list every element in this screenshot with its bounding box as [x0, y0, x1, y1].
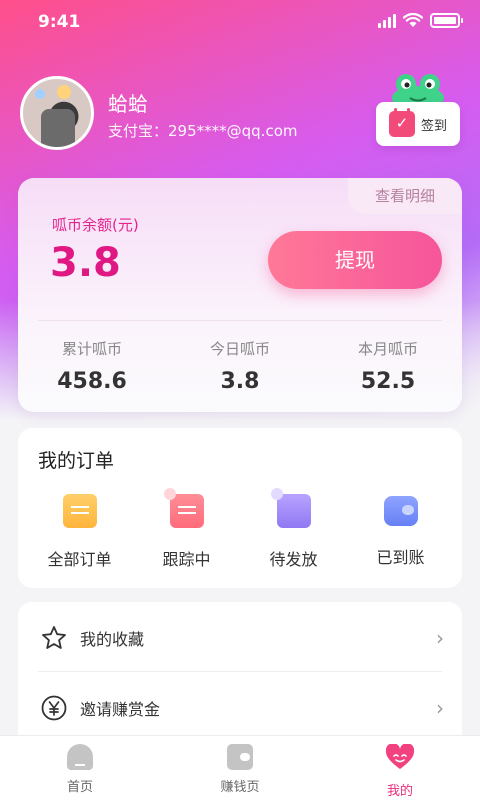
stat-month: 本月呱币 52.5 [314, 338, 462, 394]
tracking-icon [163, 488, 204, 528]
menu-card: 我的收藏 › 邀请赚赏金 › [18, 602, 462, 752]
order-label: 全部订单 [47, 550, 112, 569]
stat-label: 本月呱币 [357, 340, 418, 358]
stat-label: 累计呱币 [61, 340, 122, 358]
wallet-card: 查看明细 呱币余额(元) 3.8 提现 累计呱币 458.6 今日呱币 3.8 … [18, 178, 462, 412]
battery-icon [430, 13, 463, 28]
orders-card: 我的订单 全部订单 跟踪中 待发放 已到账 [18, 428, 462, 588]
balance-label: 呱币余额(元) [52, 216, 139, 234]
order-all[interactable]: 全部订单 [30, 494, 130, 570]
avatar[interactable] [20, 76, 94, 150]
tab-mine[interactable]: 我的 [320, 736, 480, 800]
chevron-right-icon: › [436, 696, 444, 720]
menu-item-invite[interactable]: 邀请赚赏金 › [18, 674, 462, 742]
tab-label: 首页 [66, 780, 93, 795]
wallet-received-icon [383, 496, 418, 526]
tab-label: 我的 [386, 784, 413, 799]
stat-value: 458.6 [57, 369, 127, 394]
chevron-right-icon: › [436, 626, 444, 650]
profile-name: 蛤蛤 [108, 92, 148, 116]
stat-value: 52.5 [360, 369, 416, 394]
stat-total: 累计呱币 458.6 [18, 338, 166, 394]
calendar-check-icon [388, 108, 415, 137]
stat-value: 3.8 [220, 369, 260, 394]
order-pending[interactable]: 待发放 [244, 488, 344, 570]
status-time: 9:41 [38, 12, 81, 32]
order-label: 跟踪中 [162, 550, 211, 569]
heart-face-icon [385, 743, 415, 769]
wallet-stats: 累计呱币 458.6 今日呱币 3.8 本月呱币 52.5 [18, 338, 462, 394]
tab-earn[interactable]: 赚钱页 [160, 736, 320, 800]
divider [38, 671, 442, 672]
order-status-list: 全部订单 跟踪中 待发放 已到账 [18, 488, 462, 570]
star-icon [42, 626, 66, 649]
home-icon [67, 744, 93, 770]
menu-label: 邀请赚赏金 [80, 700, 161, 719]
tab-label: 赚钱页 [220, 780, 260, 795]
order-label: 已到账 [376, 548, 425, 567]
stat-today: 今日呱币 3.8 [166, 338, 314, 394]
yen-icon [41, 695, 67, 721]
tab-bar: 首页 赚钱页 我的 [0, 735, 480, 800]
withdraw-button[interactable]: 提现 [268, 231, 442, 289]
divider [38, 320, 442, 321]
wallet-icon [227, 744, 253, 770]
menu-item-favorites[interactable]: 我的收藏 › [18, 604, 462, 672]
order-label: 待发放 [269, 550, 318, 569]
checkin-label: 签到 [420, 118, 447, 134]
pending-icon [270, 488, 311, 528]
order-tracking[interactable]: 跟踪中 [137, 488, 237, 570]
profile-account: 支付宝：295****@qq.com [108, 122, 298, 140]
view-details-link[interactable]: 查看明细 [348, 178, 462, 214]
menu-label: 我的收藏 [80, 630, 145, 649]
order-received[interactable]: 已到账 [351, 494, 451, 570]
status-icons [378, 13, 463, 28]
stat-label: 今日呱币 [209, 340, 270, 358]
all-orders-icon [62, 494, 97, 528]
signal-icon [378, 13, 396, 28]
orders-title: 我的订单 [38, 450, 115, 472]
status-bar: 9:41 [0, 0, 480, 46]
wifi-icon [403, 13, 423, 27]
balance-value: 3.8 [50, 240, 121, 286]
checkin-button[interactable]: 签到 [376, 102, 460, 146]
tab-home[interactable]: 首页 [0, 736, 160, 800]
